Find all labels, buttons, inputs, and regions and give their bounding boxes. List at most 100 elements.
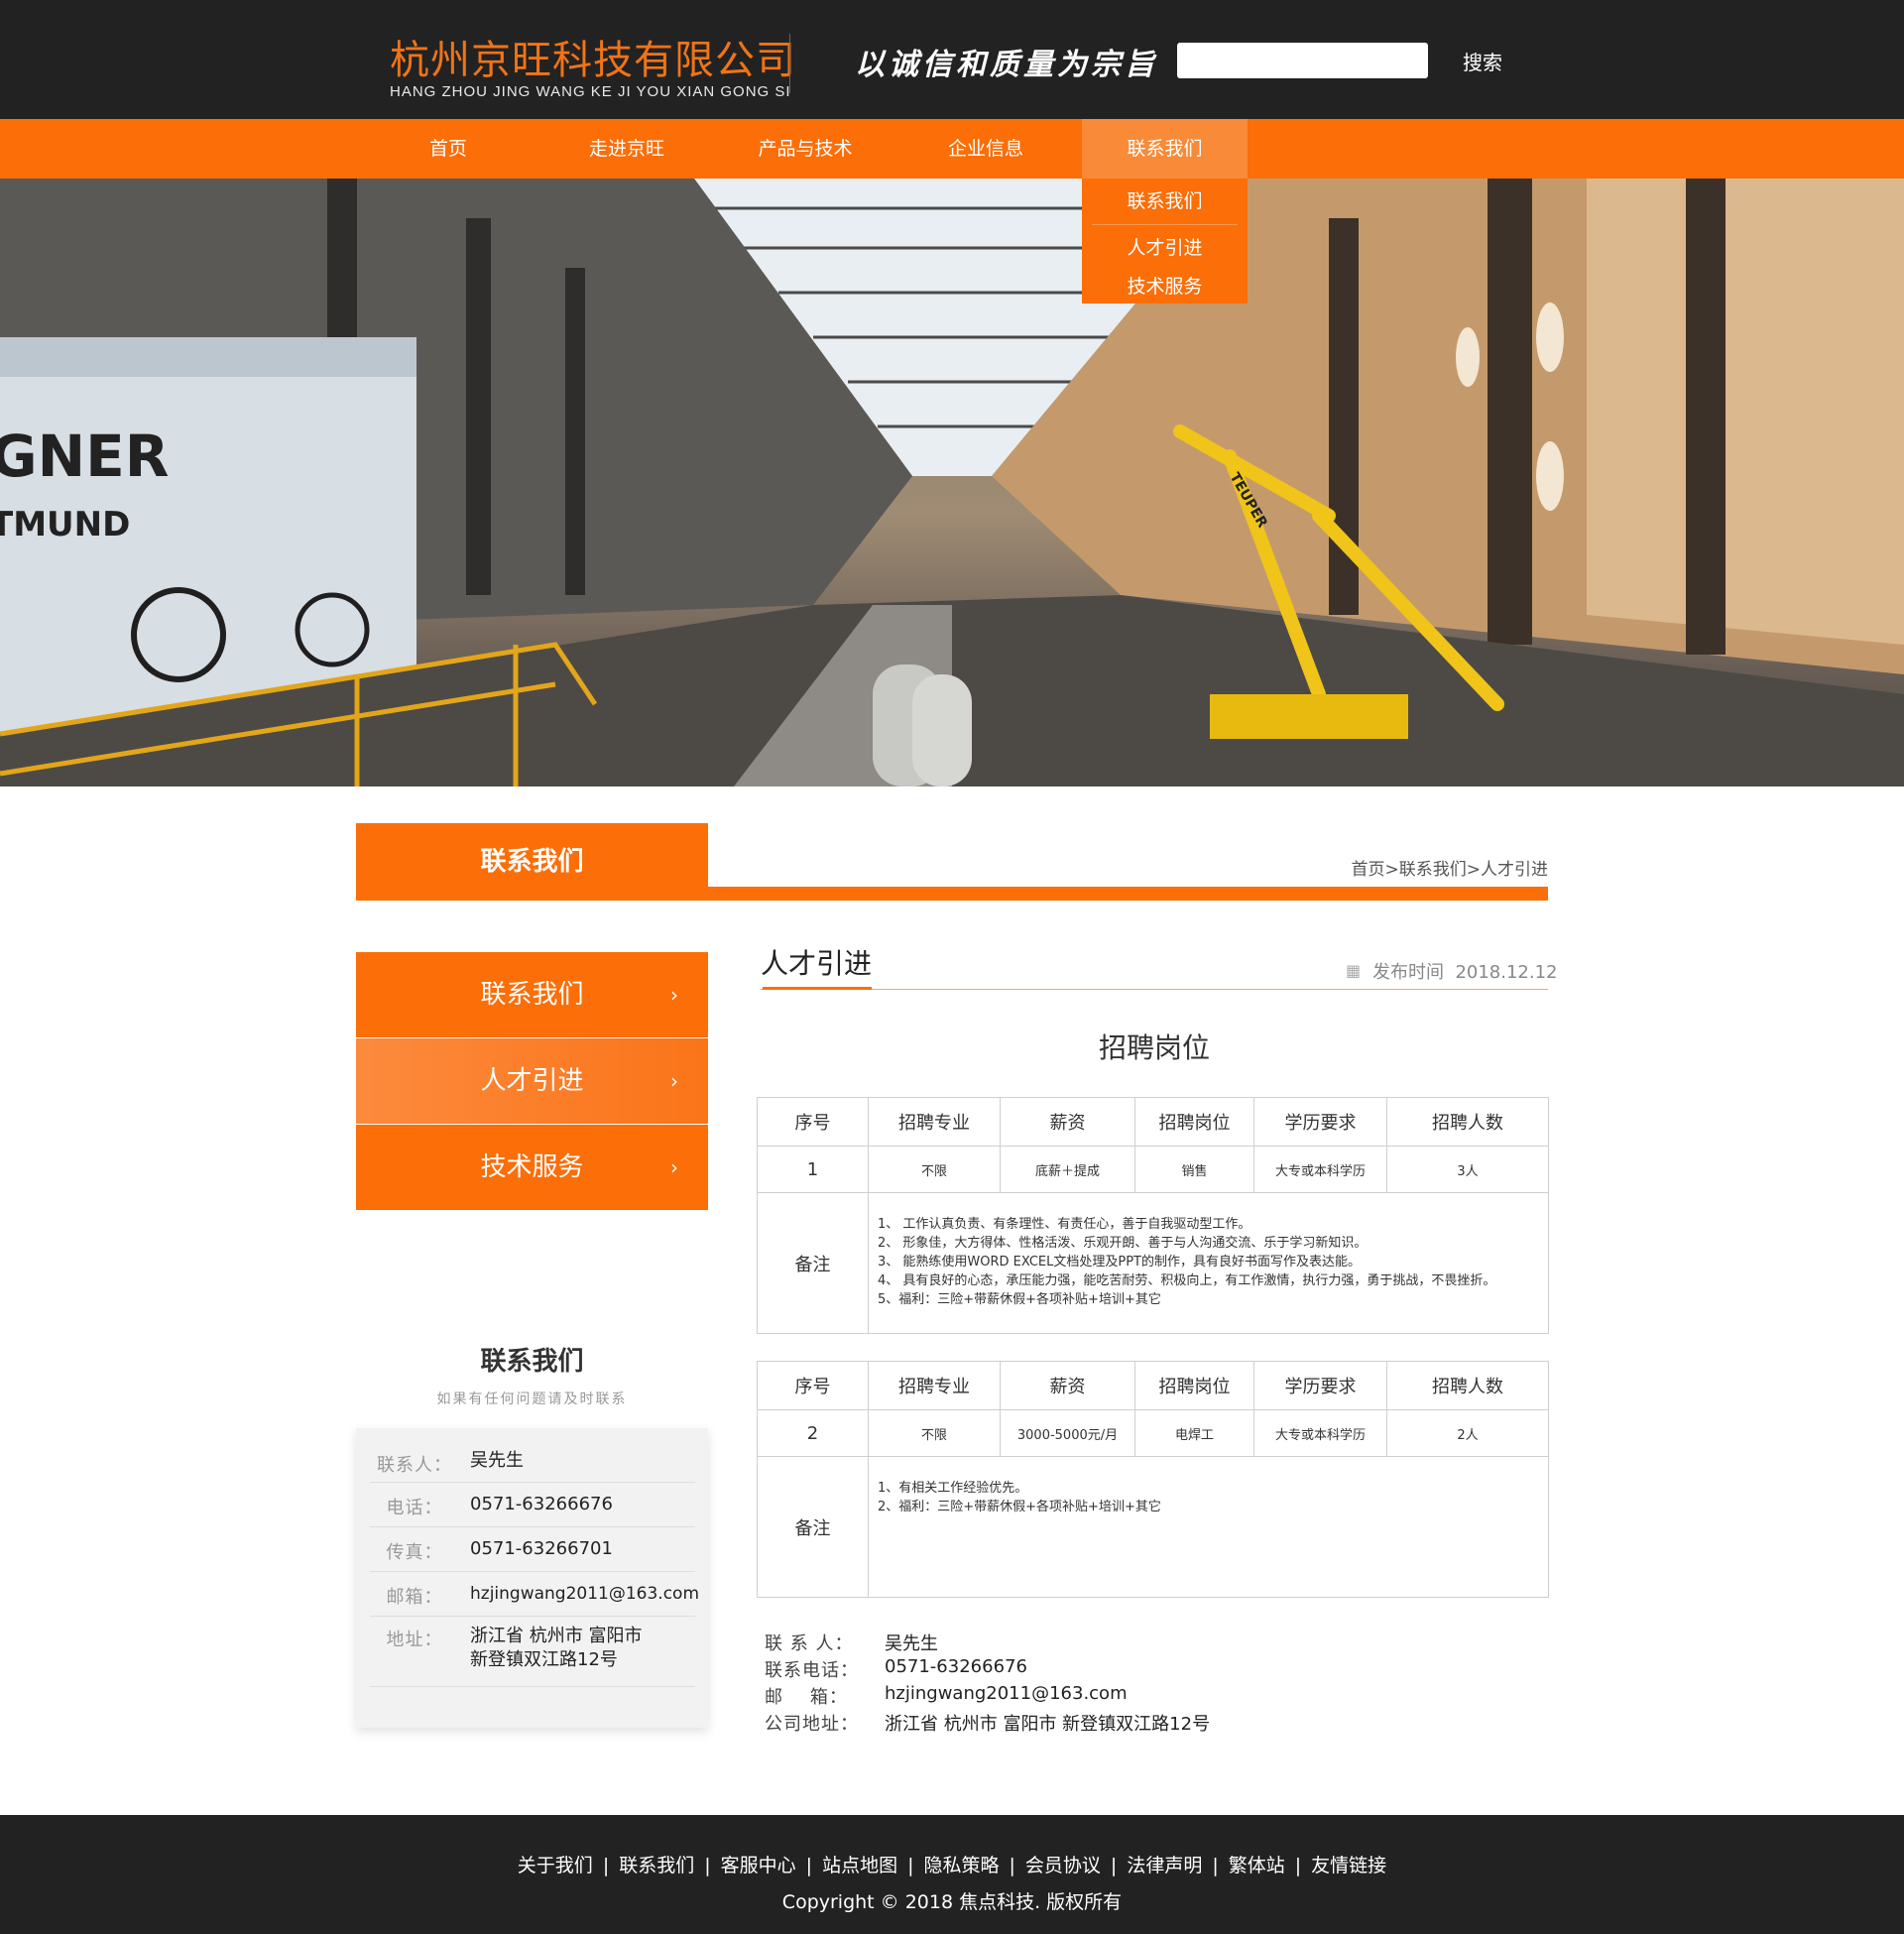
footer-link-separator: | [704, 1855, 711, 1876]
footer-link-separator: | [1009, 1855, 1015, 1876]
note-line: 5、福利：三险+带薪休假+各项补贴+培训+其它 [878, 1292, 1161, 1307]
footer-link-about[interactable]: 关于我们 [518, 1855, 593, 1876]
contact-value: 0571-63266701 [470, 1538, 613, 1559]
column-header: 序号 [757, 1361, 869, 1410]
job-salary: 底薪＋提成 [1000, 1146, 1135, 1193]
job-table: 序号 招聘专业 薪资 招聘岗位 学历要求 招聘人数 1 不限 底薪＋提成 销售 … [757, 1097, 1549, 1334]
nav-item-contact[interactable]: 联系我们 [1082, 119, 1248, 179]
footer-link-privacy[interactable]: 隐私策略 [923, 1855, 999, 1876]
factory-illustration: GNER TMUND TEUPER [0, 179, 1904, 786]
footer-link-separator: | [1110, 1855, 1118, 1876]
contact-label: 地址： [386, 1630, 443, 1650]
chevron-right-icon: › [670, 983, 678, 1007]
job-position: 电焊工 [1134, 1409, 1254, 1457]
dropdown-item-contact[interactable]: 联系我们 [1082, 186, 1248, 213]
sidebar-item-tech-service[interactable]: 技术服务 › [356, 1125, 708, 1210]
contact-row-phone: 电话： 0571-63266676 [370, 1484, 695, 1527]
contact-value: 浙江省 杭州市 富阳市 [470, 1626, 643, 1646]
table-notes-row: 备注 1、有相关工作经验优先。 2、福利：三险+带薪休假+各项补贴+培训+其它 [757, 1456, 1549, 1598]
breadcrumb-contact[interactable]: 联系我们 [1399, 860, 1467, 880]
dropdown-item-talent[interactable]: 人才引进 [1082, 233, 1248, 260]
job-education: 大专或本科学历 [1253, 1146, 1387, 1193]
sidebar-contact-subtitle: 如果有任何问题请及时联系 [436, 1391, 628, 1407]
footer-link-separator: | [907, 1855, 914, 1876]
footer-link-service[interactable]: 客服中心 [721, 1855, 796, 1876]
contact-row-address: 地址： 浙江省 杭州市 富阳市 新登镇双江路12号 [370, 1618, 695, 1687]
column-header: 招聘岗位 [1134, 1361, 1254, 1410]
footer-link-sitemap[interactable]: 站点地图 [822, 1855, 897, 1876]
footer-link-contact[interactable]: 联系我们 [619, 1855, 694, 1876]
column-header: 薪资 [1000, 1097, 1135, 1147]
column-header: 招聘人数 [1386, 1361, 1549, 1410]
chevron-right-icon: › [670, 1155, 678, 1179]
note-line: 1、有相关工作经验优先。 [878, 1481, 1028, 1496]
sidebar-item-label: 技术服务 [480, 1152, 584, 1182]
footer-link-agreement[interactable]: 会员协议 [1025, 1855, 1101, 1876]
notes-label: 备注 [757, 1192, 869, 1334]
machine-brand-text-2: TMUND [0, 505, 130, 544]
contact-label: 邮箱： [386, 1587, 443, 1608]
footer-link-traditional[interactable]: 繁体站 [1229, 1855, 1285, 1876]
nav-item-home[interactable]: 首页 [409, 119, 488, 179]
nav-item-products[interactable]: 产品与技术 [746, 119, 865, 179]
main-nav: 首页 走进京旺 产品与技术 企业信息 联系我们 [0, 119, 1904, 179]
dropdown-divider [1092, 224, 1238, 225]
nav-item-about[interactable]: 走进京旺 [567, 119, 686, 179]
date-label: 发布时间 [1372, 962, 1444, 983]
dropdown-item-tech-service[interactable]: 技术服务 [1082, 272, 1248, 299]
copyright: Copyright © 2018 焦点科技. 版权所有 [781, 1891, 1123, 1913]
column-header: 招聘专业 [868, 1361, 1001, 1410]
footer-link-separator: | [1212, 1855, 1219, 1876]
notes-label: 备注 [757, 1456, 869, 1598]
nav-item-company-info[interactable]: 企业信息 [926, 119, 1045, 179]
section-title: 联系我们 [356, 823, 708, 901]
column-header: 薪资 [1000, 1361, 1135, 1410]
search-button[interactable]: 搜索 [1448, 43, 1517, 78]
contact-label: 邮 箱： [765, 1687, 848, 1708]
job-number: 2 [757, 1409, 869, 1457]
contact-label: 电话： [386, 1498, 443, 1518]
article-date: 发布时间 2018.12.12 [1372, 958, 1558, 984]
contact-row-fax: 传真： 0571-63266701 [370, 1528, 695, 1572]
job-number: 1 [757, 1146, 869, 1193]
company-logo-name[interactable]: 杭州京旺科技有限公司 [390, 28, 796, 85]
table-row: 2 不限 3000-5000元/月 电焊工 大专或本科学历 2人 [757, 1409, 1549, 1457]
column-header: 招聘专业 [868, 1097, 1001, 1147]
contact-value[interactable]: hzjingwang2011@163.com [470, 1582, 699, 1606]
site-footer: 关于我们 | 联系我们 | 客服中心 | 站点地图 | 隐私策略 | 会员协议 | 法律声明 | 繁体站 | 友… [0, 1815, 1904, 1934]
sidebar-item-contact[interactable]: 联系我们 › [356, 952, 708, 1037]
sidebar-contact-title: 联系我们 [480, 1347, 584, 1377]
footer-link-separator: | [602, 1855, 610, 1876]
article-title: 人才引进 [761, 947, 873, 980]
footer-link-legal[interactable]: 法律声明 [1127, 1855, 1202, 1876]
breadcrumb-separator: > [1466, 860, 1481, 880]
note-line: 2、 形象佳，大方得体、性格活泼、乐观开朗、善于与人沟通交流、乐于学习新知识。 [878, 1236, 1368, 1251]
contact-value: 浙江省 杭州市 富阳市 新登镇双江路12号 [885, 1714, 1211, 1735]
article-heading: 招聘岗位 [1098, 1031, 1210, 1064]
note-line: 2、福利：三险+带薪休假+各项补贴+培训+其它 [878, 1500, 1161, 1514]
column-header: 学历要求 [1253, 1361, 1387, 1410]
contact-dropdown-menu: 联系我们 人才引进 技术服务 [1082, 179, 1248, 303]
column-header: 序号 [757, 1097, 869, 1147]
column-header: 招聘岗位 [1134, 1097, 1254, 1147]
contact-value[interactable]: hzjingwang2011@163.com [885, 1683, 1128, 1704]
contact-label: 公司地址： [765, 1714, 859, 1735]
contact-label: 联系电话： [765, 1660, 859, 1681]
contact-row-person: 联系人： 吴先生 [370, 1441, 695, 1483]
site-header: 杭州京旺科技有限公司 HANG ZHOU JING WANG KE JI YOU… [0, 0, 1904, 119]
contact-row-email: 邮箱： hzjingwang2011@163.com [370, 1573, 699, 1617]
breadcrumb-current[interactable]: 人才引进 [1481, 860, 1548, 880]
contact-value: 0571-63266676 [885, 1656, 1027, 1677]
breadcrumb-home[interactable]: 首页 [1352, 860, 1385, 880]
company-logo-pinyin: HANG ZHOU JING WANG KE JI YOU XIAN GONG … [390, 83, 791, 100]
table-header-row: 序号 招聘专业 薪资 招聘岗位 学历要求 招聘人数 [757, 1097, 1549, 1147]
footer-link-friends[interactable]: 友情链接 [1311, 1855, 1386, 1876]
sidebar-item-talent[interactable]: 人才引进 › [356, 1038, 708, 1124]
contact-label: 联系人： [377, 1455, 452, 1476]
footer-links: 关于我们 | 联系我们 | 客服中心 | 站点地图 | 隐私策略 | 会员协议 | 法律声明 | 繁体站 | 友… [0, 1851, 1904, 1877]
chevron-right-icon: › [670, 1069, 678, 1093]
search-input[interactable] [1177, 43, 1428, 78]
column-header: 招聘人数 [1386, 1097, 1549, 1147]
job-salary: 3000-5000元/月 [1000, 1409, 1135, 1457]
job-major: 不限 [868, 1409, 1001, 1457]
